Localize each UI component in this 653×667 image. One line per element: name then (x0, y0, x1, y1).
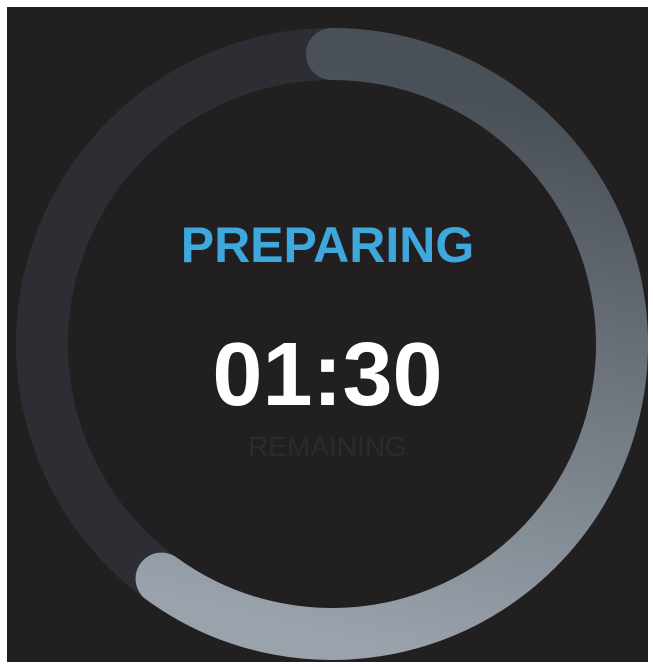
status-label: PREPARING (180, 217, 475, 273)
timer-panel: PREPARING 01:30 REMAINING (7, 7, 648, 662)
remaining-label: REMAINING (248, 431, 407, 462)
time-remaining: 01:30 (212, 325, 443, 425)
